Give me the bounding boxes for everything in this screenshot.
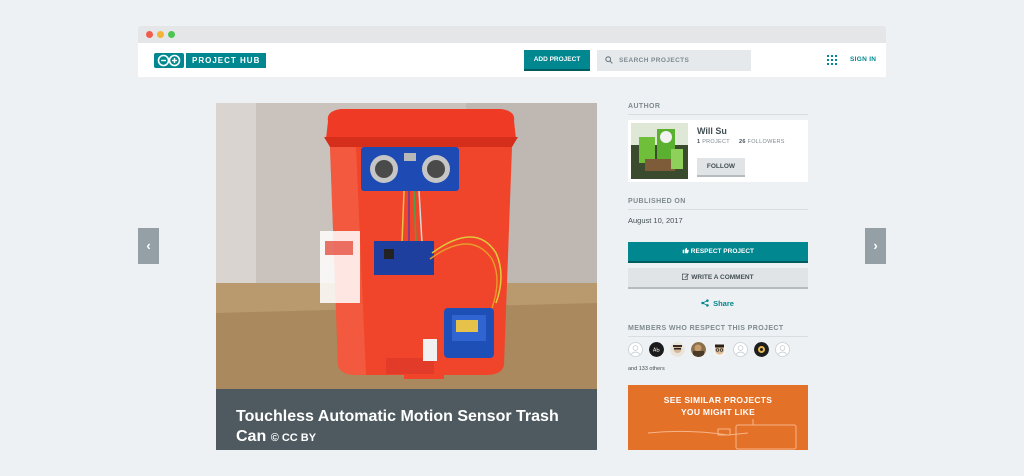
minimize-window-button[interactable] xyxy=(157,31,164,38)
arduino-logo-icon[interactable] xyxy=(154,53,184,68)
svg-text:ᎪᏏ: ᎪᏏ xyxy=(652,348,660,354)
similar-projects-line2: YOU MIGHT LIKE xyxy=(680,407,756,417)
projects-count: 1 xyxy=(697,139,701,145)
respect-project-button[interactable]: RESPECT PROJECT xyxy=(628,242,808,263)
close-window-button[interactable] xyxy=(146,31,153,38)
member-avatar-placeholder-2[interactable] xyxy=(733,342,748,357)
author-name[interactable]: Will Su xyxy=(697,126,727,136)
top-navbar: PROJECT HUB ADD PROJECT SIGN IN xyxy=(138,43,886,77)
followers-count: 26 xyxy=(739,139,746,145)
share-label: Share xyxy=(713,299,734,308)
author-section-label: AUTHOR xyxy=(628,103,661,110)
next-image-button[interactable]: › xyxy=(865,228,886,264)
write-comment-label: WRITE A COMMENT xyxy=(691,274,754,281)
project-hub-logo-text[interactable]: PROJECT HUB xyxy=(186,53,267,68)
thumbs-up-icon xyxy=(682,247,689,254)
member-avatar-face[interactable] xyxy=(670,342,685,357)
add-project-button[interactable]: ADD PROJECT xyxy=(524,50,590,71)
write-comment-button[interactable]: WRITE A COMMENT xyxy=(628,268,808,289)
author-divider xyxy=(628,114,808,115)
author-avatar[interactable] xyxy=(631,123,688,179)
license-badge[interactable]: © CC BY xyxy=(271,432,316,444)
maximize-window-button[interactable] xyxy=(168,31,175,38)
member-avatar-blackbadge[interactable]: ᎪᏏ xyxy=(649,342,664,357)
project-title: Touchless Automatic Motion Sensor Trash … xyxy=(236,407,586,448)
similar-projects-banner[interactable]: SEE SIMILAR PROJECTS YOU MIGHT LIKE xyxy=(628,385,808,450)
author-stats: 1 PROJECT 26 FOLLOWERS xyxy=(697,139,785,145)
apps-grid-icon[interactable] xyxy=(827,55,837,65)
search-input[interactable] xyxy=(619,55,745,66)
published-section-label: PUBLISHED ON xyxy=(628,198,686,205)
search-box[interactable] xyxy=(597,50,751,71)
member-avatar-dark[interactable] xyxy=(754,342,769,357)
respect-project-label: RESPECT PROJECT xyxy=(690,248,755,255)
browser-window: PROJECT HUB ADD PROJECT SIGN IN ‹ › xyxy=(138,26,886,450)
share-icon xyxy=(701,299,709,307)
similar-projects-text: SEE SIMILAR PROJECTS YOU MIGHT LIKE xyxy=(628,394,808,418)
other-members-count[interactable]: and 133 others xyxy=(628,366,665,372)
followers-label: FOLLOWERS xyxy=(747,139,785,145)
project-title-band: Touchless Automatic Motion Sensor Trash … xyxy=(216,389,597,450)
author-card: Will Su 1 PROJECT 26 FOLLOWERS FOLLOW xyxy=(628,120,808,182)
window-titlebar xyxy=(138,26,886,43)
published-divider xyxy=(628,209,808,210)
chevron-left-icon: ‹ xyxy=(146,238,151,253)
members-divider xyxy=(628,336,808,337)
share-link[interactable]: Share xyxy=(701,299,734,308)
project-cover-image[interactable] xyxy=(216,103,597,389)
member-avatar-glasses[interactable] xyxy=(712,342,727,357)
similar-projects-line1: SEE SIMILAR PROJECTS xyxy=(663,395,773,405)
previous-image-button[interactable]: ‹ xyxy=(138,228,159,264)
sign-in-link[interactable]: SIGN IN xyxy=(850,56,876,63)
members-section-label: MEMBERS WHO RESPECT THIS PROJECT xyxy=(628,325,784,332)
member-avatar-placeholder[interactable] xyxy=(628,342,643,357)
member-avatar-photo[interactable] xyxy=(691,342,706,357)
chevron-right-icon: › xyxy=(873,238,878,253)
member-avatar-placeholder-3[interactable] xyxy=(775,342,790,357)
published-date: August 10, 2017 xyxy=(628,216,683,225)
follow-button[interactable]: FOLLOW xyxy=(697,158,745,177)
projects-label: PROJECT xyxy=(702,139,730,145)
pencil-icon xyxy=(682,273,690,280)
search-icon xyxy=(605,56,613,64)
